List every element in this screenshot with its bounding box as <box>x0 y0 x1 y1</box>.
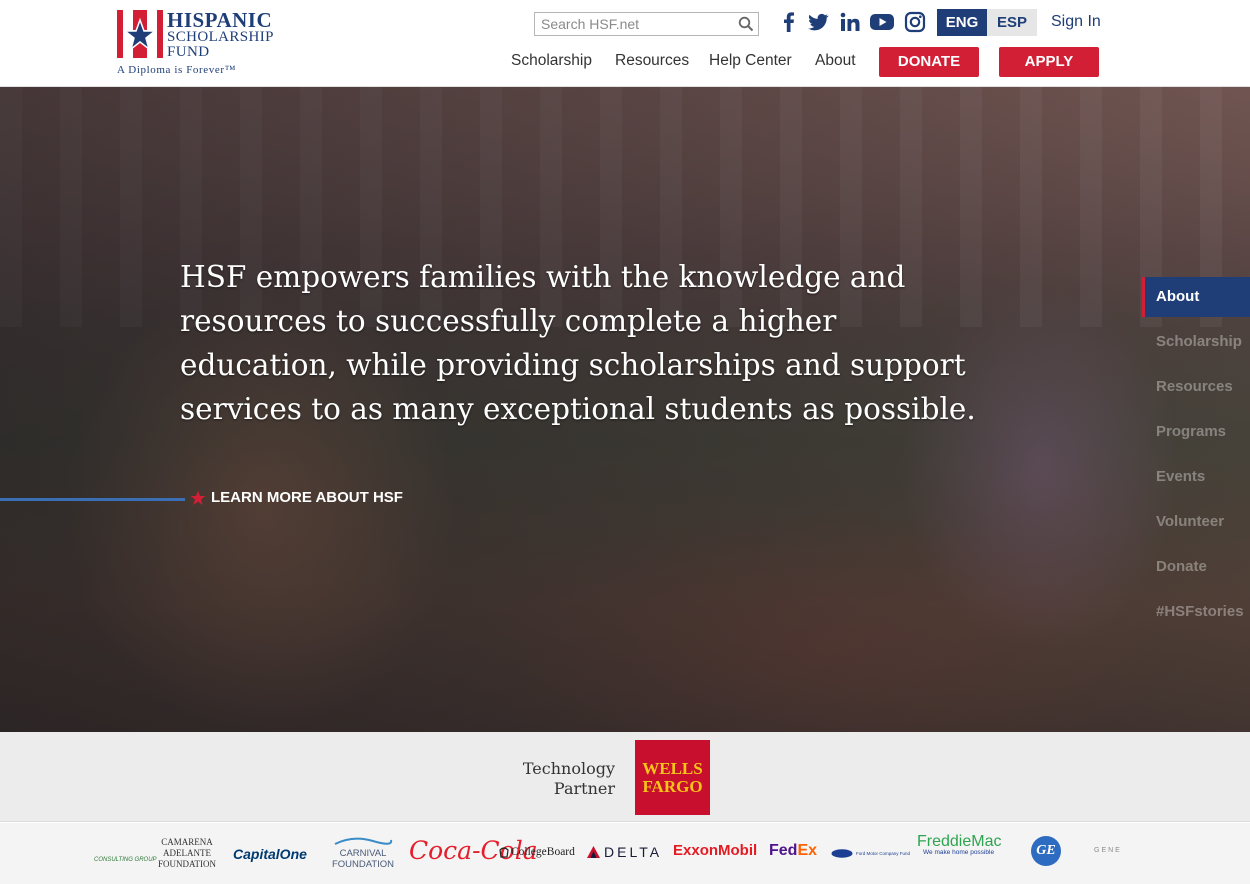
logo-line-3: FUND <box>167 44 210 60</box>
carnival-wave-icon <box>334 837 393 845</box>
freddiemac-tagline: We make home possible <box>923 849 995 856</box>
wells-fargo-line-2: FARGO <box>642 777 703 796</box>
twitter-icon[interactable] <box>806 10 830 34</box>
nav-scholarship[interactable]: Scholarship <box>511 52 592 70</box>
delta-widget-icon <box>587 846 600 858</box>
language-esp-button[interactable]: ESP <box>987 9 1037 36</box>
sponsor-consulting-logo[interactable]: CONSULTING GROUP <box>94 857 157 863</box>
apply-button[interactable]: APPLY <box>999 47 1099 77</box>
star-icon <box>190 490 206 505</box>
sign-in-link[interactable]: Sign In <box>1051 13 1101 31</box>
sponsor-freddiemac-logo[interactable]: FreddieMac We make home possible <box>917 834 1001 857</box>
wells-fargo-line-1: WELLS <box>642 759 703 778</box>
partner-label-line-1: Technology <box>522 759 615 778</box>
side-nav-scholarship[interactable]: Scholarship <box>1142 322 1250 367</box>
sponsor-logos-strip: CONSULTING GROUP CAMARENA ADELANTE FOUND… <box>0 823 1250 884</box>
side-nav-programs[interactable]: Programs <box>1142 412 1250 457</box>
camarena-line-1: CAMARENA <box>161 837 213 847</box>
carnival-line-2: FOUNDATION <box>331 859 395 870</box>
camarena-line-3: FOUNDATION <box>158 859 216 869</box>
youtube-icon[interactable] <box>869 10 895 34</box>
side-nav-events[interactable]: Events <box>1142 457 1250 502</box>
wells-fargo-logo[interactable]: WELLS FARGO <box>635 740 710 815</box>
logo-line-1: HISPANIC <box>167 8 273 32</box>
collegeboard-acorn-icon <box>499 847 509 858</box>
logo-line-2: SCHOLARSHIP <box>167 29 274 45</box>
side-nav-donate[interactable]: Donate <box>1142 547 1250 592</box>
partner-label-line-2: Partner <box>553 779 615 798</box>
sponsor-gene-logo[interactable]: GENE <box>1094 847 1122 854</box>
side-nav-about[interactable]: About <box>1142 277 1250 317</box>
nav-about[interactable]: About <box>815 52 856 70</box>
hero-mission-statement: HSF empowers families with the knowledge… <box>180 260 976 426</box>
linkedin-icon[interactable] <box>838 10 862 34</box>
sponsor-exxonmobil-logo[interactable]: ExxonMobil <box>673 842 757 859</box>
sponsor-ford-fund-logo[interactable]: Ford Motor Company Fund <box>831 849 910 858</box>
side-nav-volunteer[interactable]: Volunteer <box>1142 502 1250 547</box>
sponsor-fedex-logo[interactable]: FedEx <box>769 842 817 860</box>
search-input[interactable] <box>535 13 730 35</box>
hsf-logo[interactable]: HISPANIC SCHOLARSHIP FUND A Diploma is F… <box>117 8 297 78</box>
technology-partner-label: Technology Partner <box>500 759 615 799</box>
donate-button[interactable]: DONATE <box>879 47 979 77</box>
technology-partner-strip: Technology Partner WELLS FARGO <box>0 732 1250 822</box>
camarena-line-2: ADELANTE <box>163 848 211 858</box>
sponsor-capitalone-logo[interactable]: CapitalOne <box>233 846 307 862</box>
instagram-icon[interactable] <box>903 10 927 34</box>
language-eng-button[interactable]: ENG <box>937 9 987 36</box>
nav-resources[interactable]: Resources <box>615 52 689 70</box>
ford-fund-label: Ford Motor Company Fund <box>856 851 911 856</box>
fedex-ex: Ex <box>797 842 818 859</box>
collegeboard-label: CollegeBoard <box>511 846 575 858</box>
sponsor-camarena-logo[interactable]: CAMARENA ADELANTE FOUNDATION <box>156 837 218 870</box>
sponsor-ge-logo[interactable]: GE <box>1031 836 1061 866</box>
fedex-fed: Fed <box>769 842 798 859</box>
facebook-icon[interactable] <box>777 10 801 34</box>
ford-oval-icon <box>831 849 853 858</box>
learn-more-label: LEARN MORE ABOUT HSF <box>211 489 403 506</box>
delta-label: DELTA <box>604 844 663 860</box>
search-icon[interactable] <box>738 16 754 32</box>
sponsor-carnival-logo[interactable]: CARNIVAL FOUNDATION <box>330 837 396 870</box>
hero-accent-line <box>0 498 185 501</box>
site-header: HISPANIC SCHOLARSHIP FUND A Diploma is F… <box>0 0 1250 87</box>
section-side-nav: About Scholarship Resources Programs Eve… <box>1142 277 1250 637</box>
hero-banner: HSF empowers families with the knowledge… <box>0 87 1250 732</box>
side-nav-resources[interactable]: Resources <box>1142 367 1250 412</box>
logo-wordmark: HISPANIC SCHOLARSHIP FUND <box>167 10 274 60</box>
nav-help-center[interactable]: Help Center <box>709 52 792 70</box>
carnival-line-1: CARNIVAL <box>339 848 387 859</box>
logo-tagline: A Diploma is Forever™ <box>117 64 237 76</box>
freddiemac-label: FreddieMac <box>917 833 1002 850</box>
sponsor-delta-logo[interactable]: DELTA <box>587 844 662 860</box>
side-nav-hsfstories[interactable]: #HSFstories <box>1142 592 1250 637</box>
hsf-logo-mark-icon <box>117 10 163 58</box>
learn-more-link[interactable]: LEARN MORE ABOUT HSF <box>190 489 403 506</box>
search-box <box>534 12 759 36</box>
sponsor-collegeboard-logo[interactable]: CollegeBoard <box>499 846 575 858</box>
